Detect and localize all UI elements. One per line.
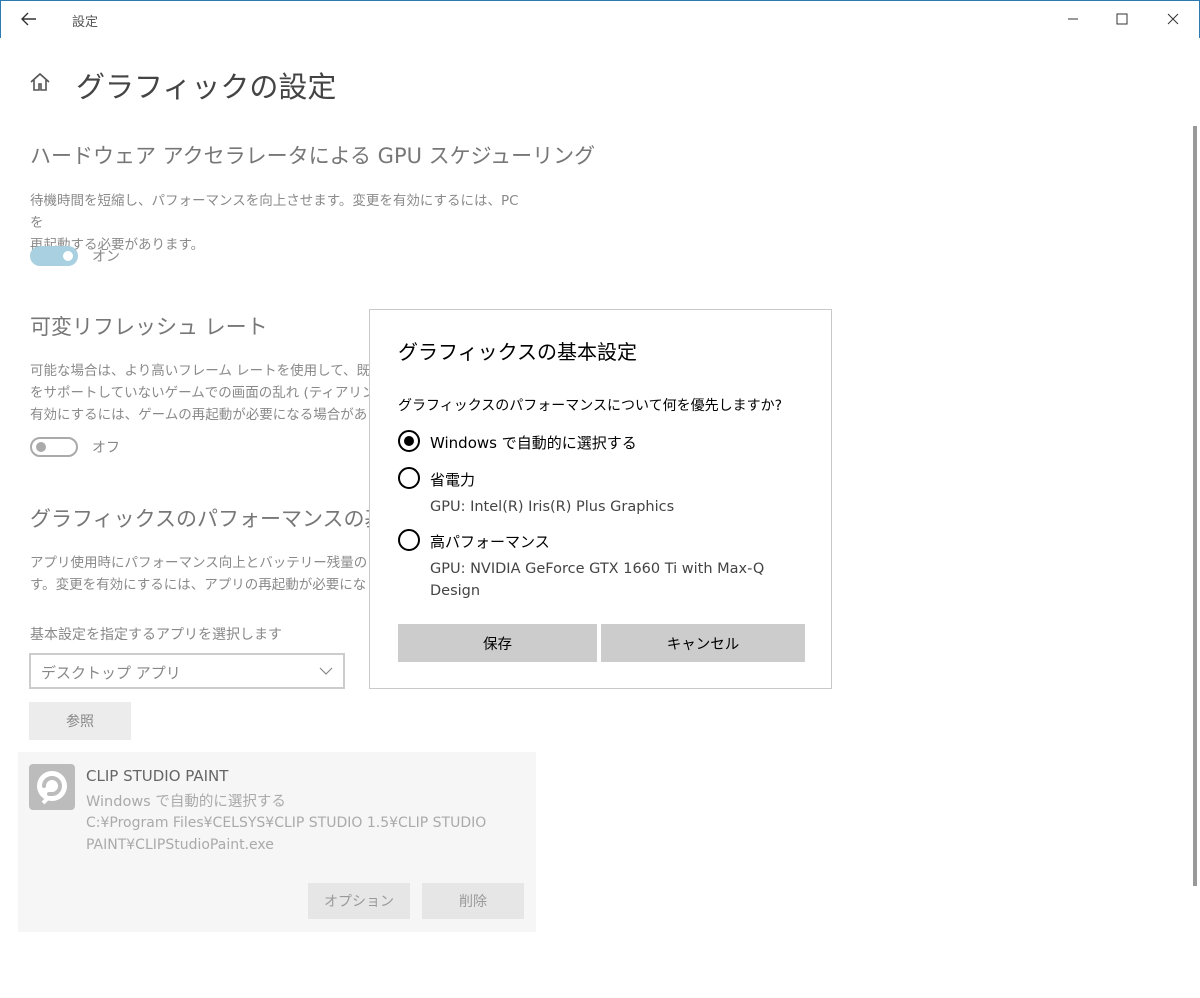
save-button[interactable]: 保存: [398, 624, 597, 662]
dialog-question: グラフィックスのパフォーマンスについて何を優先しますか?: [398, 398, 783, 414]
perf-pref-title: グラフィックスのパフォーマンスの基本設定: [30, 507, 370, 531]
clip-studio-logo-icon: [37, 771, 67, 805]
back-button[interactable]: [14, 6, 44, 32]
app-gpu-setting: Windows で自動的に選択する: [86, 794, 286, 810]
app-path: C:¥Program Files¥CELSYS¥CLIP STUDIO 1.5¥…: [86, 815, 487, 853]
options-button[interactable]: オプション: [308, 883, 410, 919]
option-power-saving-gpu: GPU: Intel(R) Iris(R) Plus Graphics: [430, 499, 675, 515]
browse-button[interactable]: 参照: [29, 702, 131, 740]
vrr-toggle[interactable]: [30, 437, 78, 457]
maximize-icon: [1116, 13, 1128, 25]
vrr-title: 可変リフレッシュ レート: [30, 315, 268, 339]
app-type-select[interactable]: デスクトップ アプリ: [29, 653, 345, 689]
page-title: グラフィックの設定: [76, 70, 337, 104]
app-list-item[interactable]: CLIP STUDIO PAINT Windows で自動的に選択する C:¥P…: [18, 752, 536, 932]
radio-power-saving[interactable]: [398, 467, 420, 489]
option-power-saving-label: 省電力: [430, 471, 476, 489]
window-title: 設定: [72, 15, 99, 30]
minimize-icon: [1068, 18, 1078, 20]
app-name: CLIP STUDIO PAINT: [86, 767, 229, 785]
title-bar: 設定: [0, 0, 1200, 38]
gpu-scheduling-toggle[interactable]: [30, 246, 78, 266]
option-high-performance-gpu: GPU: NVIDIA GeForce GTX 1660 Ti with Max…: [430, 561, 765, 599]
remove-button[interactable]: 削除: [422, 883, 524, 919]
option-auto-label: Windows で自動的に選択する: [430, 434, 637, 452]
option-high-performance-label: 高パフォーマンス: [430, 533, 550, 551]
chevron-down-icon: [319, 667, 333, 675]
minimize-button[interactable]: [1050, 4, 1096, 34]
radio-high-performance[interactable]: [398, 529, 420, 551]
clip-studio-app-icon: [29, 764, 75, 810]
scrollbar[interactable]: [1193, 126, 1197, 886]
radio-auto[interactable]: [398, 430, 420, 452]
maximize-button[interactable]: [1099, 4, 1145, 34]
app-select-label: 基本設定を指定するアプリを選択します: [30, 627, 282, 643]
dialog-title: グラフィックスの基本設定: [398, 340, 637, 364]
close-button[interactable]: [1150, 4, 1196, 34]
app-type-select-value: デスクトップ アプリ: [41, 664, 181, 682]
gpu-scheduling-toggle-label: オン: [92, 249, 120, 265]
back-arrow-icon: [21, 12, 36, 26]
vrr-toggle-label: オフ: [92, 440, 120, 456]
vrr-description: 可能な場合は、より高いフレーム レートを使用して、既定 をサポートしていないゲー…: [30, 363, 370, 423]
close-icon: [1167, 13, 1179, 25]
gpu-scheduling-title: ハードウェア アクセラレータによる GPU スケジューリング: [30, 144, 596, 168]
home-icon[interactable]: [28, 70, 52, 94]
perf-pref-description: アプリ使用時にパフォーマンス向上とバッテリー残量のどち す。変更を有効にするには…: [30, 555, 370, 593]
graphics-preference-dialog: グラフィックスの基本設定 グラフィックスのパフォーマンスについて何を優先しますか…: [369, 309, 832, 689]
cancel-button[interactable]: キャンセル: [601, 624, 805, 662]
